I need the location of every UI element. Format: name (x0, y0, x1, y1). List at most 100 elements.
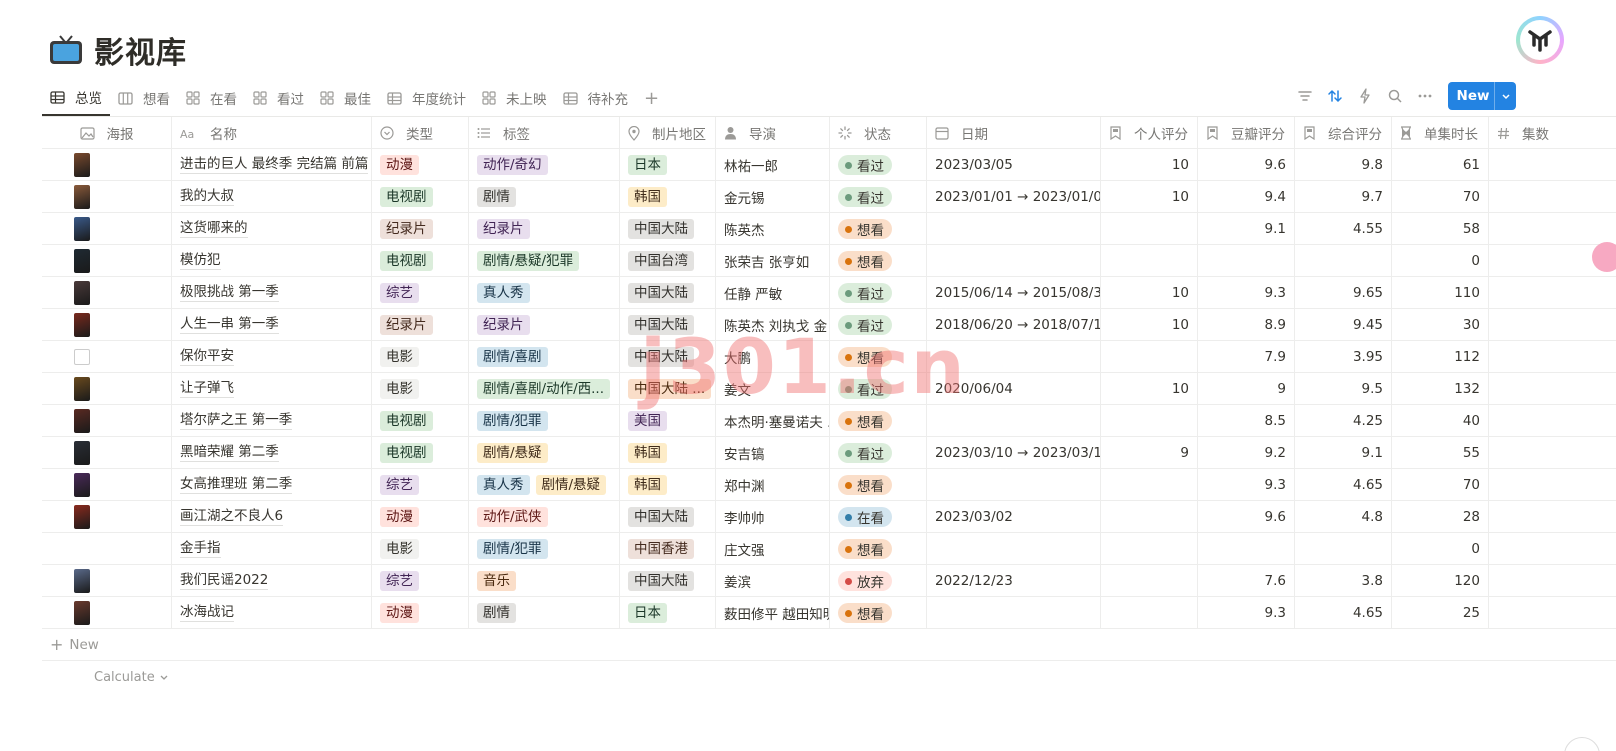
cell-date[interactable] (927, 213, 1101, 245)
cell-name[interactable]: 塔尔萨之王 第一季 (172, 405, 372, 437)
cell-tags[interactable]: 动作/奇幻 (469, 149, 620, 181)
cell-overall[interactable] (1295, 245, 1392, 277)
cell-overall[interactable]: 9.7 (1295, 181, 1392, 213)
cell-status[interactable]: 想看 (830, 341, 927, 373)
cell-name[interactable]: 我们民谣2022 (172, 565, 372, 597)
cell-status[interactable]: 想看 (830, 597, 927, 629)
sort-icon[interactable] (1320, 82, 1350, 110)
cell-personal[interactable] (1101, 597, 1198, 629)
cell-episodes[interactable] (1489, 469, 1613, 501)
cell-name[interactable]: 画江湖之不良人6 (172, 501, 372, 533)
cell-poster[interactable] (42, 437, 172, 469)
cell-tags[interactable]: 剧情/悬疑 (469, 437, 620, 469)
cell-date[interactable]: 2023/03/05 (927, 149, 1101, 181)
cell-personal[interactable] (1101, 565, 1198, 597)
cell-poster[interactable] (42, 501, 172, 533)
cell-type[interactable]: 综艺 (372, 565, 469, 597)
cell-date[interactable] (927, 245, 1101, 277)
cell-poster[interactable] (42, 181, 172, 213)
table-row[interactable]: 进击的巨人 最终季 完结篇 前篇 动漫 动作/奇幻 日本 林祐一郎 看过 2023/03/0… (42, 149, 1616, 181)
cell-douban[interactable]: 9.2 (1198, 437, 1295, 469)
cell-tags[interactable]: 剧情 (469, 597, 620, 629)
cell-director[interactable]: 薮田修平 越田知明 (716, 597, 830, 629)
cell-overall[interactable]: 3.8 (1295, 565, 1392, 597)
tab-view-3[interactable]: 看过 (245, 80, 312, 116)
tab-view-2[interactable]: 在看 (178, 80, 245, 116)
cell-name[interactable]: 保你平安 (172, 341, 372, 373)
cell-episodes[interactable] (1489, 501, 1613, 533)
cell-duration[interactable]: 0 (1392, 533, 1489, 565)
cell-type[interactable]: 动漫 (372, 501, 469, 533)
table-row[interactable]: 人生一串 第一季 纪录片 纪录片 中国大陆 陈英杰 刘执戈 金 看过 2018/06/20 … (42, 309, 1616, 341)
cell-episodes[interactable] (1489, 277, 1613, 309)
column-header-episodes[interactable]: 集数 (1489, 117, 1613, 149)
cell-type[interactable]: 纪录片 (372, 213, 469, 245)
cell-name[interactable]: 这货哪来的 (172, 213, 372, 245)
cell-date[interactable]: 2023/03/10 → 2023/03/11 (927, 437, 1101, 469)
cell-episodes[interactable] (1489, 213, 1613, 245)
cell-region[interactable]: 日本 (620, 597, 716, 629)
cell-poster[interactable] (42, 341, 172, 373)
cell-overall[interactable]: 4.65 (1295, 597, 1392, 629)
tab-view-1[interactable]: 想看 (110, 80, 178, 116)
table-row[interactable]: 冰海战记 动漫 剧情 日本 薮田修平 越田知明 想看 9.3 4.65 25 (42, 597, 1616, 629)
cell-tags[interactable]: 剧情/犯罪 (469, 533, 620, 565)
cell-region[interactable]: 韩国 (620, 181, 716, 213)
cell-duration[interactable]: 112 (1392, 341, 1489, 373)
cell-episodes[interactable] (1489, 309, 1613, 341)
cell-date[interactable]: 2023/03/02 (927, 501, 1101, 533)
cell-tags[interactable]: 动作/武侠 (469, 501, 620, 533)
cell-personal[interactable]: 10 (1101, 277, 1198, 309)
cell-douban[interactable]: 9.3 (1198, 277, 1295, 309)
cell-duration[interactable]: 120 (1392, 565, 1489, 597)
column-header-type[interactable]: 类型 (372, 117, 469, 149)
cell-region[interactable]: 中国大陆 (620, 565, 716, 597)
cell-duration[interactable]: 110 (1392, 277, 1489, 309)
chevron-down-icon[interactable] (1494, 82, 1516, 110)
cell-personal[interactable] (1101, 533, 1198, 565)
cell-tags[interactable]: 剧情/喜剧/动作/西... (469, 373, 620, 405)
cell-overall[interactable]: 4.25 (1295, 405, 1392, 437)
cell-director[interactable]: 庄文强 (716, 533, 830, 565)
cell-region[interactable]: 中国大陆 (620, 341, 716, 373)
cell-douban[interactable]: 8.9 (1198, 309, 1295, 341)
cell-status[interactable]: 看过 (830, 277, 927, 309)
cell-douban[interactable]: 7.9 (1198, 341, 1295, 373)
cell-overall[interactable]: 9.45 (1295, 309, 1392, 341)
cell-status[interactable]: 看过 (830, 149, 927, 181)
table-row[interactable]: 极限挑战 第一季 综艺 真人秀 中国大陆 任静 严敏 看过 2015/06/14 → 201… (42, 277, 1616, 309)
cell-type[interactable]: 综艺 (372, 469, 469, 501)
cell-douban[interactable] (1198, 245, 1295, 277)
cell-date[interactable]: 2020/06/04 (927, 373, 1101, 405)
cell-name[interactable]: 人生一串 第一季 (172, 309, 372, 341)
cell-overall[interactable]: 4.8 (1295, 501, 1392, 533)
cell-poster[interactable] (42, 213, 172, 245)
cell-director[interactable]: 本杰明·塞曼诺夫 . (716, 405, 830, 437)
column-header-date[interactable]: 日期 (927, 117, 1101, 149)
cell-date[interactable] (927, 597, 1101, 629)
cell-region[interactable]: 中国大陆 ... (620, 373, 716, 405)
cell-type[interactable]: 电视剧 (372, 405, 469, 437)
side-float-button[interactable] (1592, 242, 1616, 272)
cell-type[interactable]: 电视剧 (372, 437, 469, 469)
cell-region[interactable]: 韩国 (620, 469, 716, 501)
tab-view-5[interactable]: 年度统计 (379, 80, 474, 116)
cell-status[interactable]: 看过 (830, 181, 927, 213)
corner-help-button[interactable] (1564, 737, 1600, 751)
cell-personal[interactable]: 10 (1101, 181, 1198, 213)
cell-date[interactable]: 2015/06/14 → 2015/08/31 (927, 277, 1101, 309)
cell-region[interactable]: 美国 (620, 405, 716, 437)
cell-tags[interactable]: 剧情/犯罪 (469, 405, 620, 437)
cell-tags[interactable]: 音乐 (469, 565, 620, 597)
cell-status[interactable]: 想看 (830, 469, 927, 501)
tab-view-6[interactable]: 未上映 (474, 80, 555, 116)
cell-personal[interactable]: 10 (1101, 309, 1198, 341)
cell-personal[interactable] (1101, 245, 1198, 277)
cell-director[interactable]: 安吉镐 (716, 437, 830, 469)
cell-douban[interactable] (1198, 533, 1295, 565)
cell-personal[interactable]: 9 (1101, 437, 1198, 469)
new-button[interactable]: New (1448, 82, 1516, 110)
cell-director[interactable]: 大鹏 (716, 341, 830, 373)
cell-overall[interactable]: 4.65 (1295, 469, 1392, 501)
column-header-tags[interactable]: 标签 (469, 117, 620, 149)
